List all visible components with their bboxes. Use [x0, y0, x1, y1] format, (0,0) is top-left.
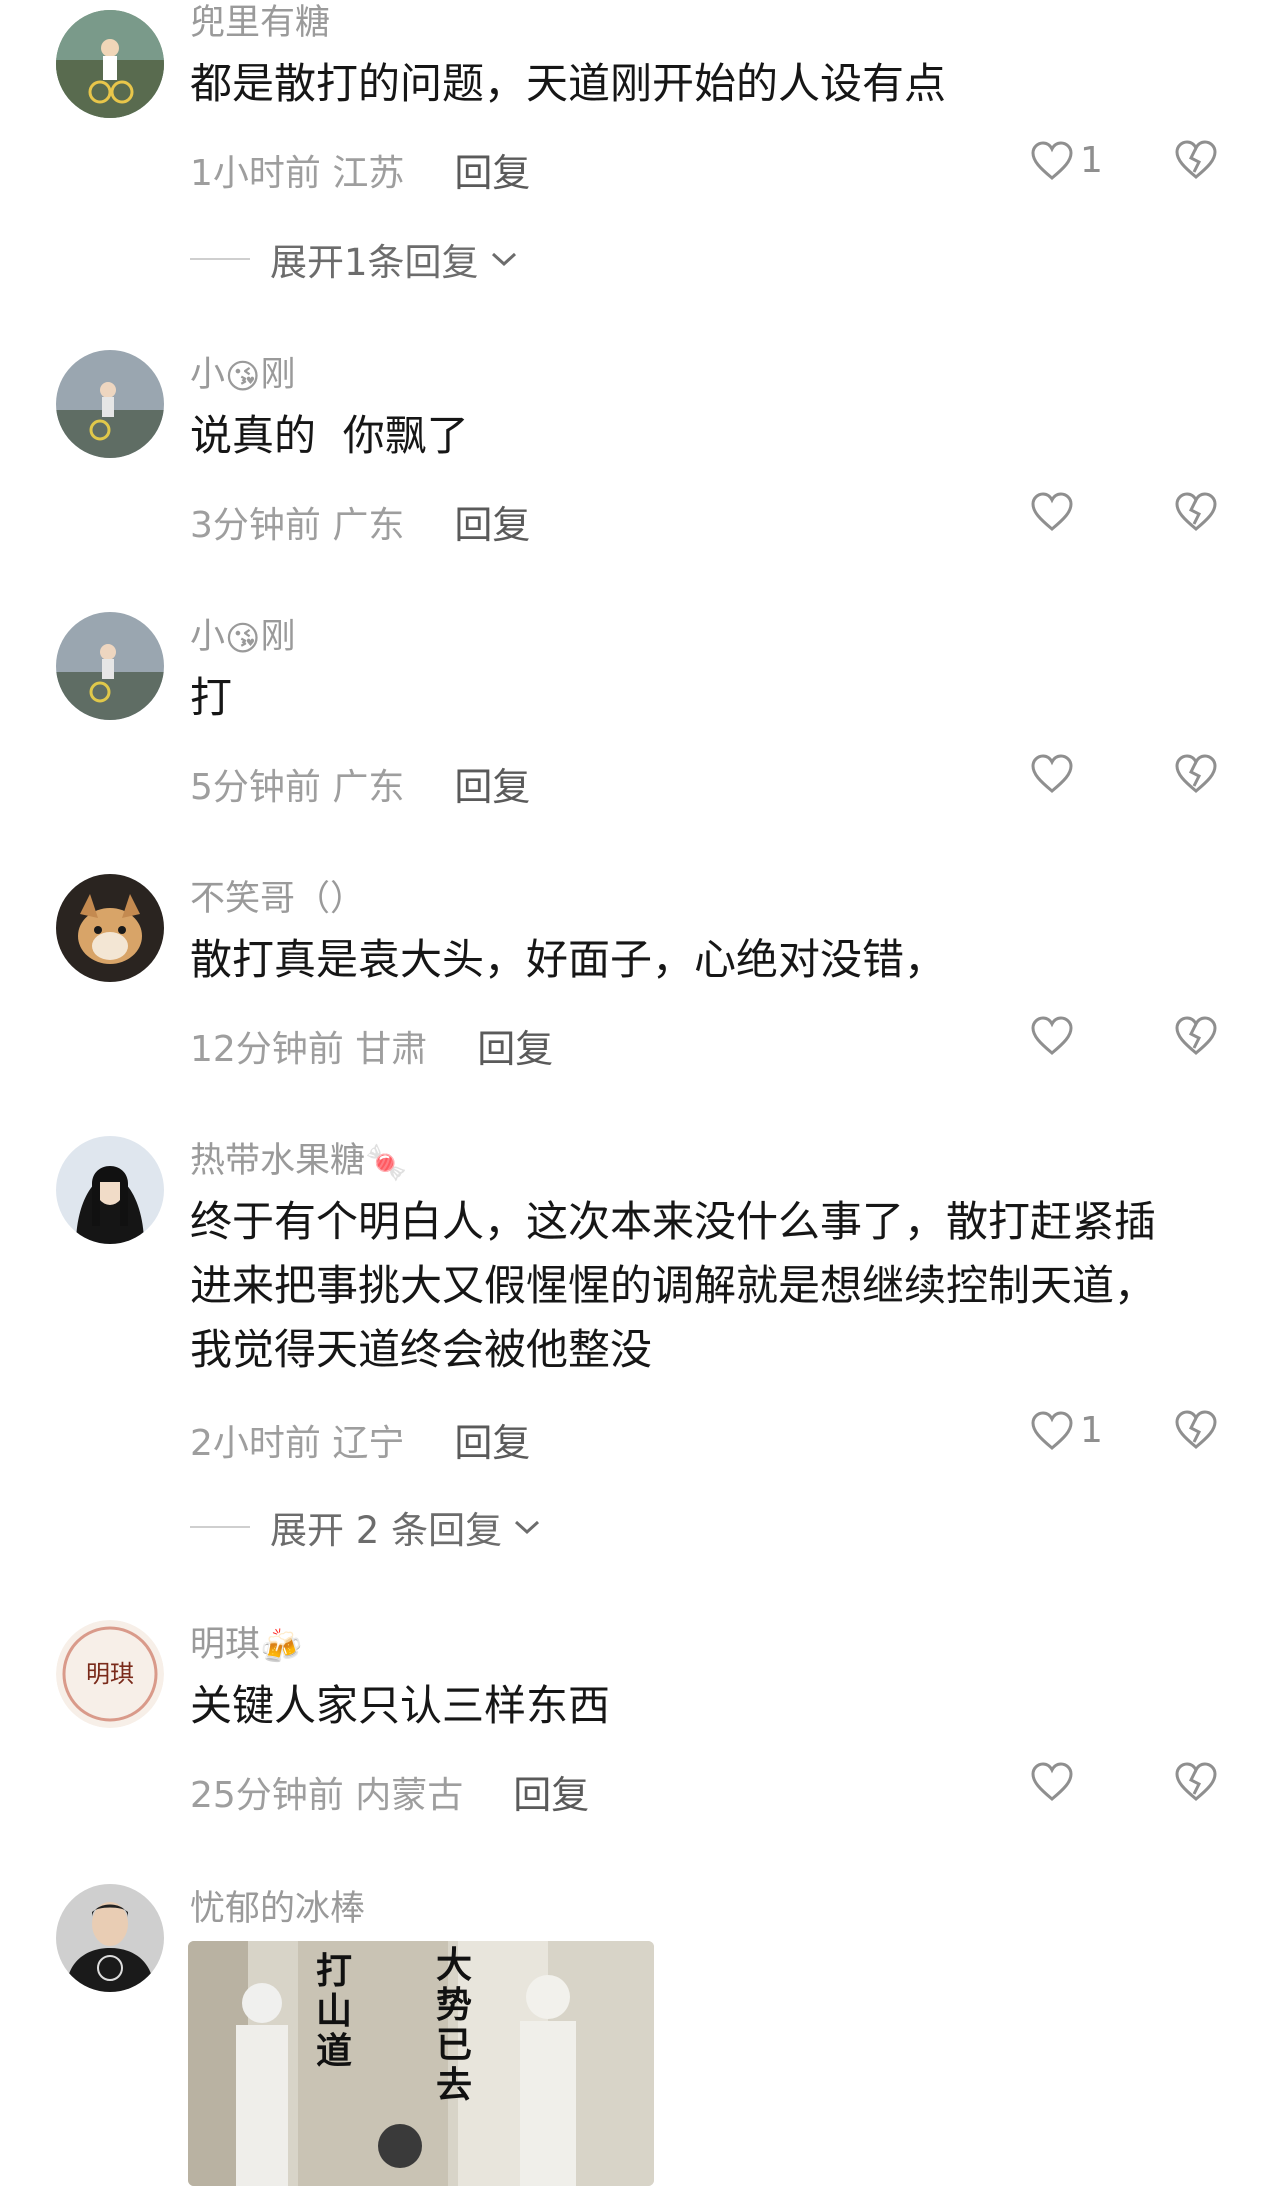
- reply-button[interactable]: 回复: [454, 494, 530, 549]
- comment-meta: 5分钟前 广东 回复: [190, 756, 530, 811]
- like-button[interactable]: 1: [1030, 140, 1103, 181]
- comment-time-location: 1小时前 江苏: [190, 152, 405, 194]
- comment-time-location: 5分钟前 广东: [190, 766, 405, 808]
- dislike-button[interactable]: [1174, 1410, 1218, 1454]
- chevron-down-icon: [491, 252, 516, 267]
- like-button[interactable]: [1030, 1016, 1074, 1056]
- comment-meta: 25分钟前 内蒙古 回复: [190, 1764, 589, 1819]
- username[interactable]: 热带水果糖🍬: [190, 1132, 407, 1183]
- expand-replies-label: 展开1条回复: [270, 241, 479, 284]
- beer-emoji-icon: 🍻: [260, 1627, 303, 1667]
- avatar[interactable]: [56, 1136, 164, 1244]
- dislike-button[interactable]: [1174, 754, 1218, 798]
- image-caption-right: 大势已去: [436, 1944, 473, 2106]
- heart-icon: [1031, 492, 1073, 531]
- comment-meta: 2小时前 辽宁 回复: [190, 1412, 530, 1467]
- divider-line: [190, 1526, 250, 1528]
- image-caption-left: 打山道: [316, 1950, 353, 2072]
- like-button[interactable]: [1030, 754, 1074, 794]
- like-button[interactable]: [1030, 1762, 1074, 1802]
- like-count: 1: [1080, 1410, 1103, 1451]
- heart-icon: [1031, 1016, 1073, 1055]
- comment-time-location: 2小时前 辽宁: [190, 1422, 405, 1464]
- like-button[interactable]: 1: [1030, 1410, 1103, 1451]
- candy-emoji-icon: 🍬: [365, 1143, 408, 1183]
- comment-text: 说真的 你飘了: [190, 411, 469, 460]
- dislike-button[interactable]: [1174, 1016, 1218, 1060]
- heart-icon: [1031, 1410, 1073, 1450]
- heart-icon: [1031, 1762, 1073, 1801]
- username-part: 小: [190, 617, 226, 657]
- comment-text-line: 终于有个明白人，这次本来没什么事了，散打赶紧插: [190, 1197, 1157, 1246]
- username[interactable]: 忧郁的冰棒: [190, 1880, 365, 1931]
- like-count: 1: [1080, 140, 1103, 181]
- comment-text: 关键人家只认三样东西: [190, 1681, 611, 1730]
- broken-heart-icon: [1175, 492, 1217, 531]
- reply-button[interactable]: 回复: [454, 756, 530, 811]
- kiss-emoji-icon: 😘: [225, 357, 261, 397]
- username-text: 热带水果糖: [190, 1141, 366, 1181]
- avatar[interactable]: [56, 1884, 164, 1992]
- kiss-emoji-icon: 😘: [225, 619, 261, 659]
- comment-time-location: 25分钟前 内蒙古: [190, 1774, 464, 1816]
- comment-time-location: 12分钟前 甘肃: [190, 1028, 428, 1070]
- avatar[interactable]: [56, 350, 164, 458]
- broken-heart-icon: [1175, 140, 1217, 179]
- comment-meta: 12分钟前 甘肃 回复: [190, 1018, 553, 1073]
- comment-meta: 1小时前 江苏 回复: [190, 142, 530, 197]
- chevron-down-icon: [515, 1520, 540, 1535]
- reply-button[interactable]: 回复: [513, 1764, 589, 1819]
- comment-meta: 3分钟前 广东 回复: [190, 494, 530, 549]
- avatar[interactable]: [56, 874, 164, 982]
- comment-text-line: 我觉得天道终会被他整没: [190, 1325, 653, 1374]
- avatar[interactable]: [56, 10, 164, 118]
- heart-icon: [1031, 140, 1073, 180]
- comment-text-line: 进来把事挑大又假惺惺的调解就是想继续控制天道，: [190, 1261, 1157, 1310]
- broken-heart-icon: [1175, 754, 1217, 793]
- dislike-button[interactable]: [1174, 1762, 1218, 1806]
- comment-time-location: 3分钟前 广东: [190, 504, 405, 546]
- username[interactable]: 小😘刚: [190, 608, 295, 659]
- broken-heart-icon: [1175, 1762, 1217, 1801]
- comment-image[interactable]: 打山道 大势已去: [188, 1941, 654, 2186]
- dislike-button[interactable]: [1174, 492, 1218, 536]
- username-part: 刚: [260, 617, 296, 657]
- username-part: 刚: [260, 355, 296, 395]
- reply-button[interactable]: 回复: [477, 1018, 553, 1073]
- expand-replies-label: 展开 2 条回复: [270, 1509, 503, 1552]
- broken-heart-icon: [1175, 1016, 1217, 1055]
- comment-text: 终于有个明白人，这次本来没什么事了，散打赶紧插 进来把事挑大又假惺惺的调解就是想…: [190, 1190, 1220, 1382]
- broken-heart-icon: [1175, 1410, 1217, 1449]
- username[interactable]: 明琪🍻: [190, 1616, 302, 1667]
- expand-replies-button[interactable]: 展开 2 条回复: [190, 1500, 542, 1554]
- reply-button[interactable]: 回复: [454, 142, 530, 197]
- expand-replies-button[interactable]: 展开1条回复: [190, 232, 519, 286]
- avatar[interactable]: [56, 612, 164, 720]
- dislike-button[interactable]: [1174, 140, 1218, 184]
- username[interactable]: 小😘刚: [190, 346, 295, 397]
- like-button[interactable]: [1030, 492, 1074, 532]
- reply-button[interactable]: 回复: [454, 1412, 530, 1467]
- svg-text:明琪: 明琪: [86, 1660, 134, 1688]
- username-part: 小: [190, 355, 226, 395]
- comment-text: 都是散打的问题，天道刚开始的人设有点: [190, 59, 947, 108]
- username[interactable]: 兜里有糖: [190, 0, 330, 45]
- comment-text: 散打真是袁大头，好面子，心绝对没错，: [190, 935, 947, 984]
- username-text: 明琪: [190, 1625, 261, 1665]
- username[interactable]: 不笑哥（）: [190, 870, 365, 921]
- divider-line: [190, 258, 250, 260]
- heart-icon: [1031, 754, 1073, 793]
- avatar[interactable]: 明琪: [56, 1620, 164, 1728]
- comment-text: 打: [190, 673, 233, 722]
